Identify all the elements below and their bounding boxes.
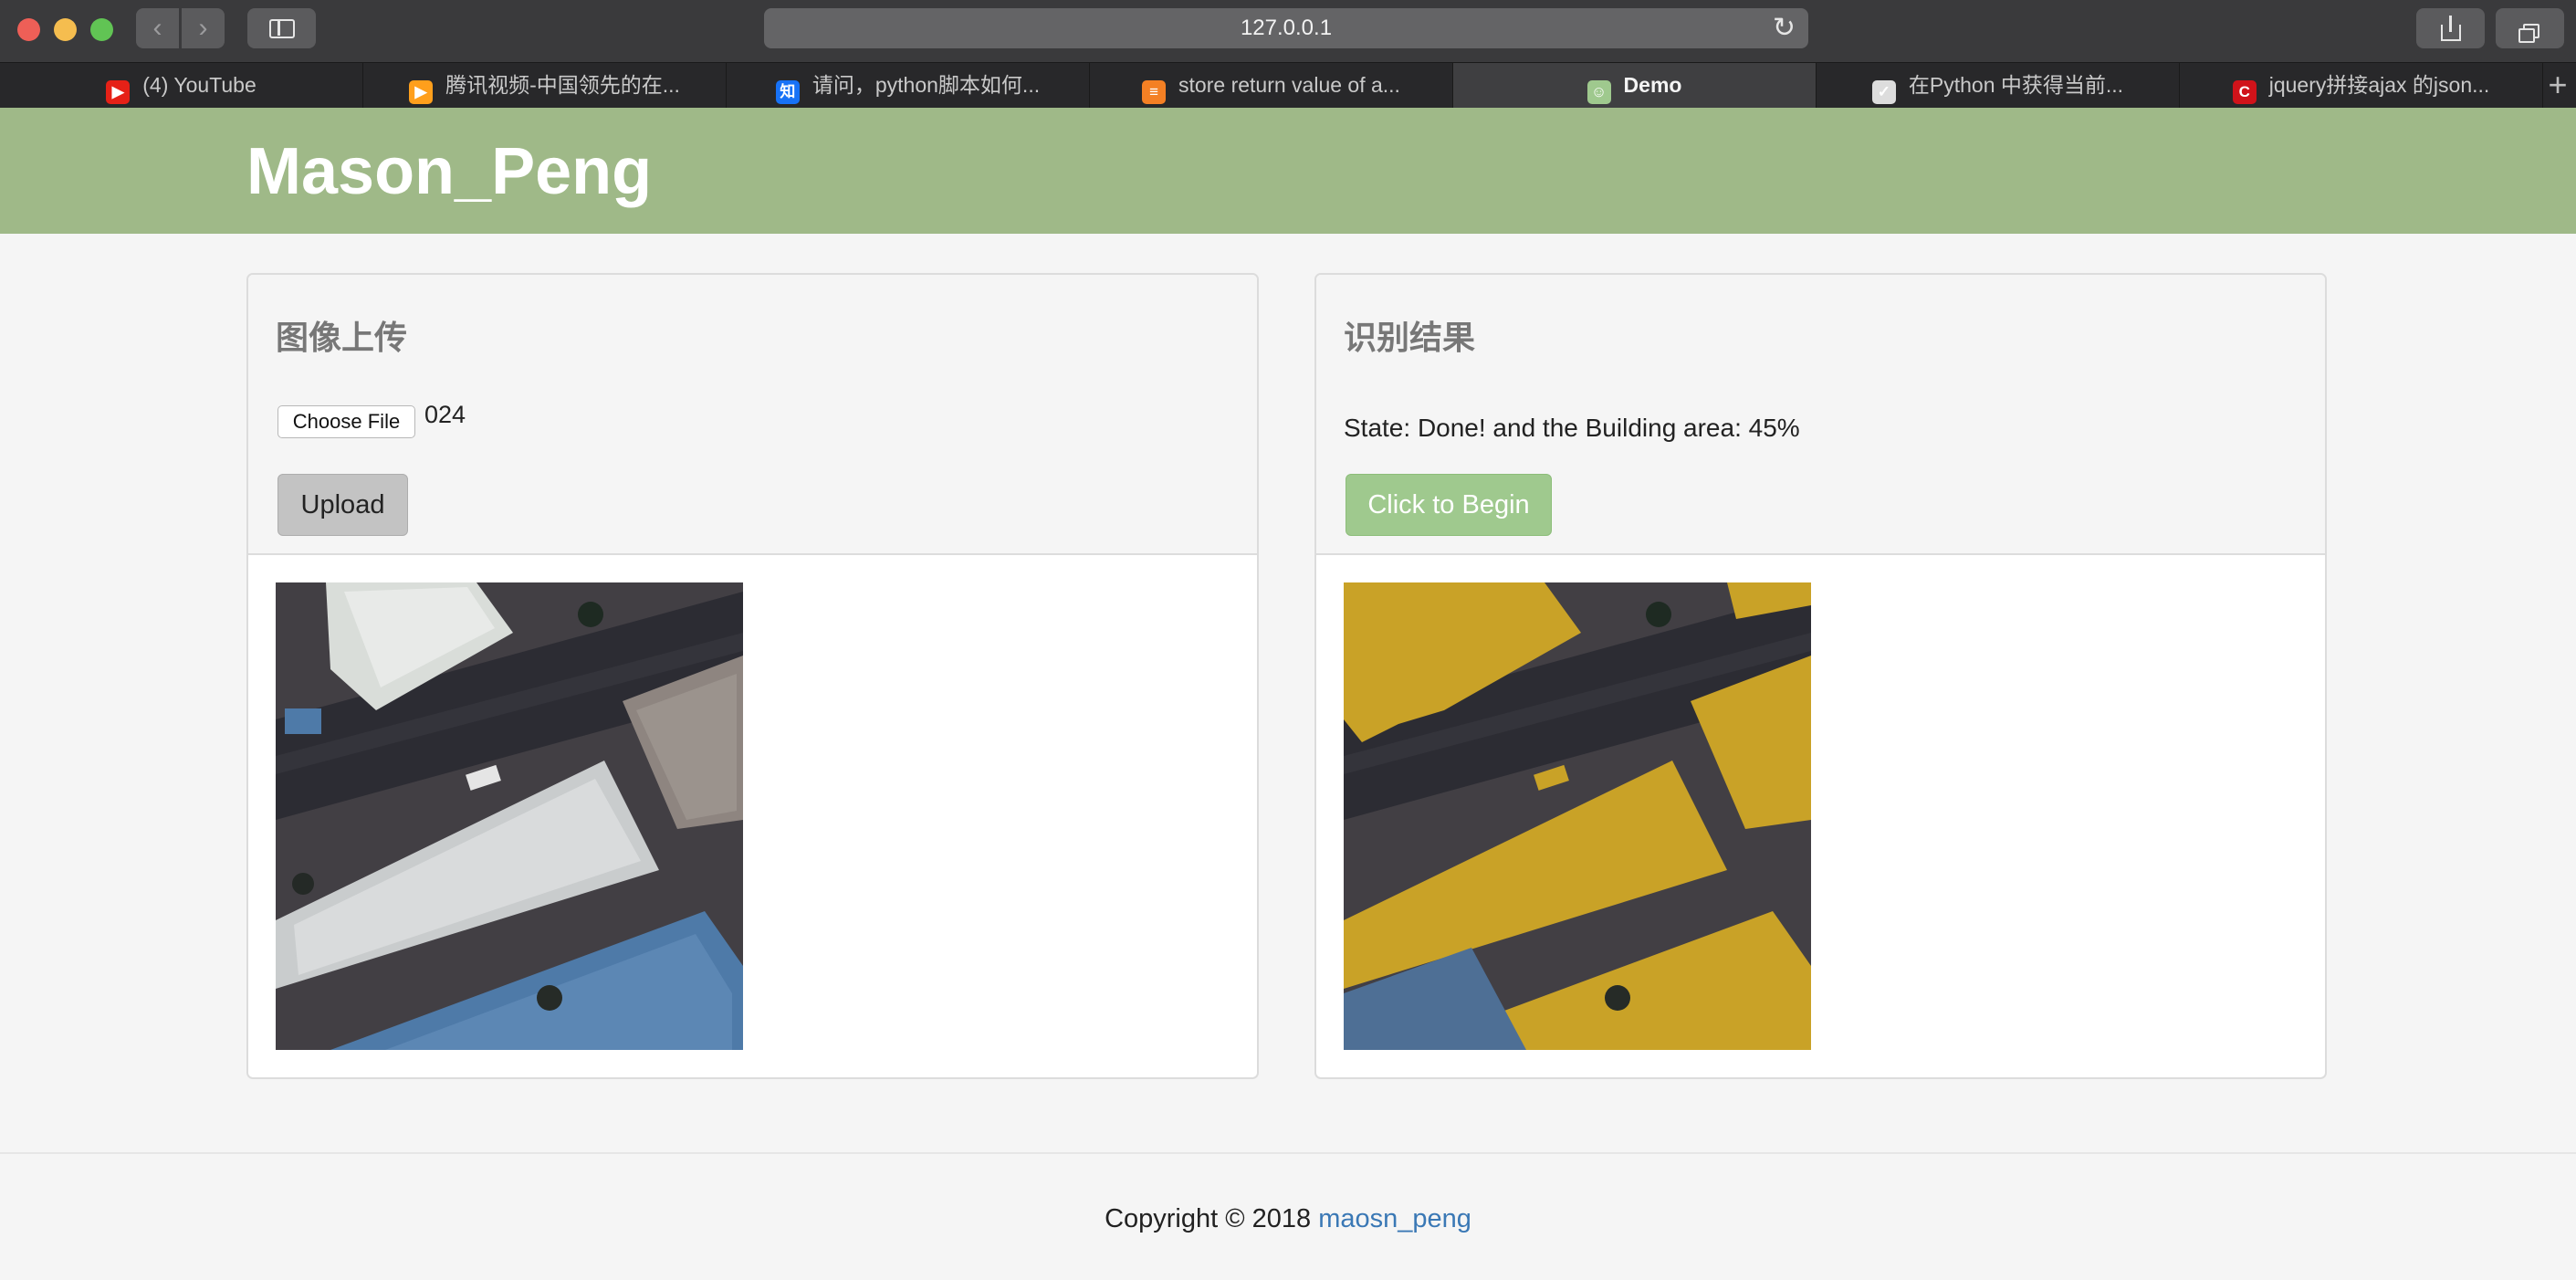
choose-file-button[interactable]: Choose File: [277, 405, 415, 438]
browser-tab-label: 在Python 中获得当前...: [1908, 73, 2124, 97]
browser-tab-label: jquery拼接ajax 的json...: [2268, 73, 2490, 97]
browser-tab[interactable]: ▶ 腾讯视频-中国领先的在...: [363, 63, 727, 109]
browser-tab-label: Demo: [1623, 73, 1682, 97]
url-text: 127.0.0.1: [1240, 16, 1333, 40]
stackoverflow-icon: ≡: [1142, 80, 1167, 104]
site-header: Mason_Peng: [0, 108, 2576, 234]
new-tab-button[interactable]: +: [2539, 63, 2576, 109]
site-brand: Mason_Peng: [246, 135, 653, 208]
upload-button[interactable]: Upload: [277, 474, 408, 536]
tencent-video-icon: ▶: [409, 80, 434, 104]
browser-tab[interactable]: ☺ Demo: [1453, 63, 1817, 109]
sidebar-icon: [269, 19, 295, 38]
upload-panel-heading: 图像上传 Choose File 024 Upload: [248, 275, 1257, 555]
back-button[interactable]: ‹: [136, 8, 179, 48]
author-link[interactable]: maosn_peng: [1318, 1204, 1471, 1233]
sidebar-toggle-button[interactable]: [247, 8, 316, 48]
site-footer: Copyright © 2018 maosn_peng: [0, 1152, 2576, 1280]
result-panel-heading: 识别结果 State: Done! and the Building area:…: [1316, 275, 2325, 555]
result-panel: 识别结果 State: Done! and the Building area:…: [1314, 273, 2327, 1079]
tab-bar: ▶ (4) YouTube ▶ 腾讯视频-中国领先的在... 知请问，python脚本如…: [0, 62, 2576, 109]
recognition-state-text: State: Done! and the Building area: 45%: [1344, 414, 1800, 442]
share-button[interactable]: [2416, 8, 2485, 48]
youtube-icon: ▶: [106, 80, 131, 104]
browser-tab[interactable]: 知请问，python脚本如何...: [727, 63, 1090, 109]
upload-panel: 图像上传 Choose File 024 Upload: [246, 273, 1259, 1079]
address-bar[interactable]: 127.0.0.1 ↻: [764, 8, 1808, 48]
browser-tab-label: (4) YouTube: [142, 73, 257, 97]
browser-tab[interactable]: ▶ (4) YouTube: [0, 63, 363, 109]
demo-icon: ☺: [1586, 80, 1611, 104]
upload-panel-title: 图像上传: [276, 319, 408, 356]
browser-titlebar: ‹ › 127.0.0.1 ↻: [0, 0, 2576, 62]
uploaded-aerial-image: [276, 582, 743, 1050]
forward-button[interactable]: ›: [182, 8, 225, 48]
window-maximize-button[interactable]: [90, 18, 113, 41]
browser-tab[interactable]: ✓ 在Python 中获得当前...: [1817, 63, 2180, 109]
browser-tab-label: 腾讯视频-中国领先的在...: [445, 73, 680, 97]
page-icon: ✓: [1871, 80, 1896, 104]
chevron-left-icon: ‹: [152, 13, 162, 43]
browser-tab-label: store return value of a...: [1178, 73, 1400, 97]
browser-tab[interactable]: Cjquery拼接ajax 的json...: [2180, 63, 2543, 109]
result-panel-title: 识别结果: [1344, 319, 1476, 356]
browser-tab-label: 请问，python脚本如何...: [812, 73, 1041, 97]
segmentation-result-image: [1344, 582, 1811, 1050]
selected-file-name: 024: [424, 401, 466, 428]
reload-icon[interactable]: ↻: [1773, 8, 1796, 48]
window-close-button[interactable]: [17, 18, 40, 41]
show-tabs-button[interactable]: [2496, 8, 2564, 48]
window-minimize-button[interactable]: [54, 18, 77, 41]
click-to-begin-button[interactable]: Click to Begin: [1346, 474, 1552, 536]
browser-tab[interactable]: ≡ store return value of a...: [1090, 63, 1453, 109]
copyright-text: Copyright © 2018: [1105, 1204, 1312, 1233]
chevron-right-icon: ›: [198, 13, 208, 43]
csdn-icon: C: [2232, 80, 2257, 104]
zhihu-icon: 知: [775, 80, 800, 104]
